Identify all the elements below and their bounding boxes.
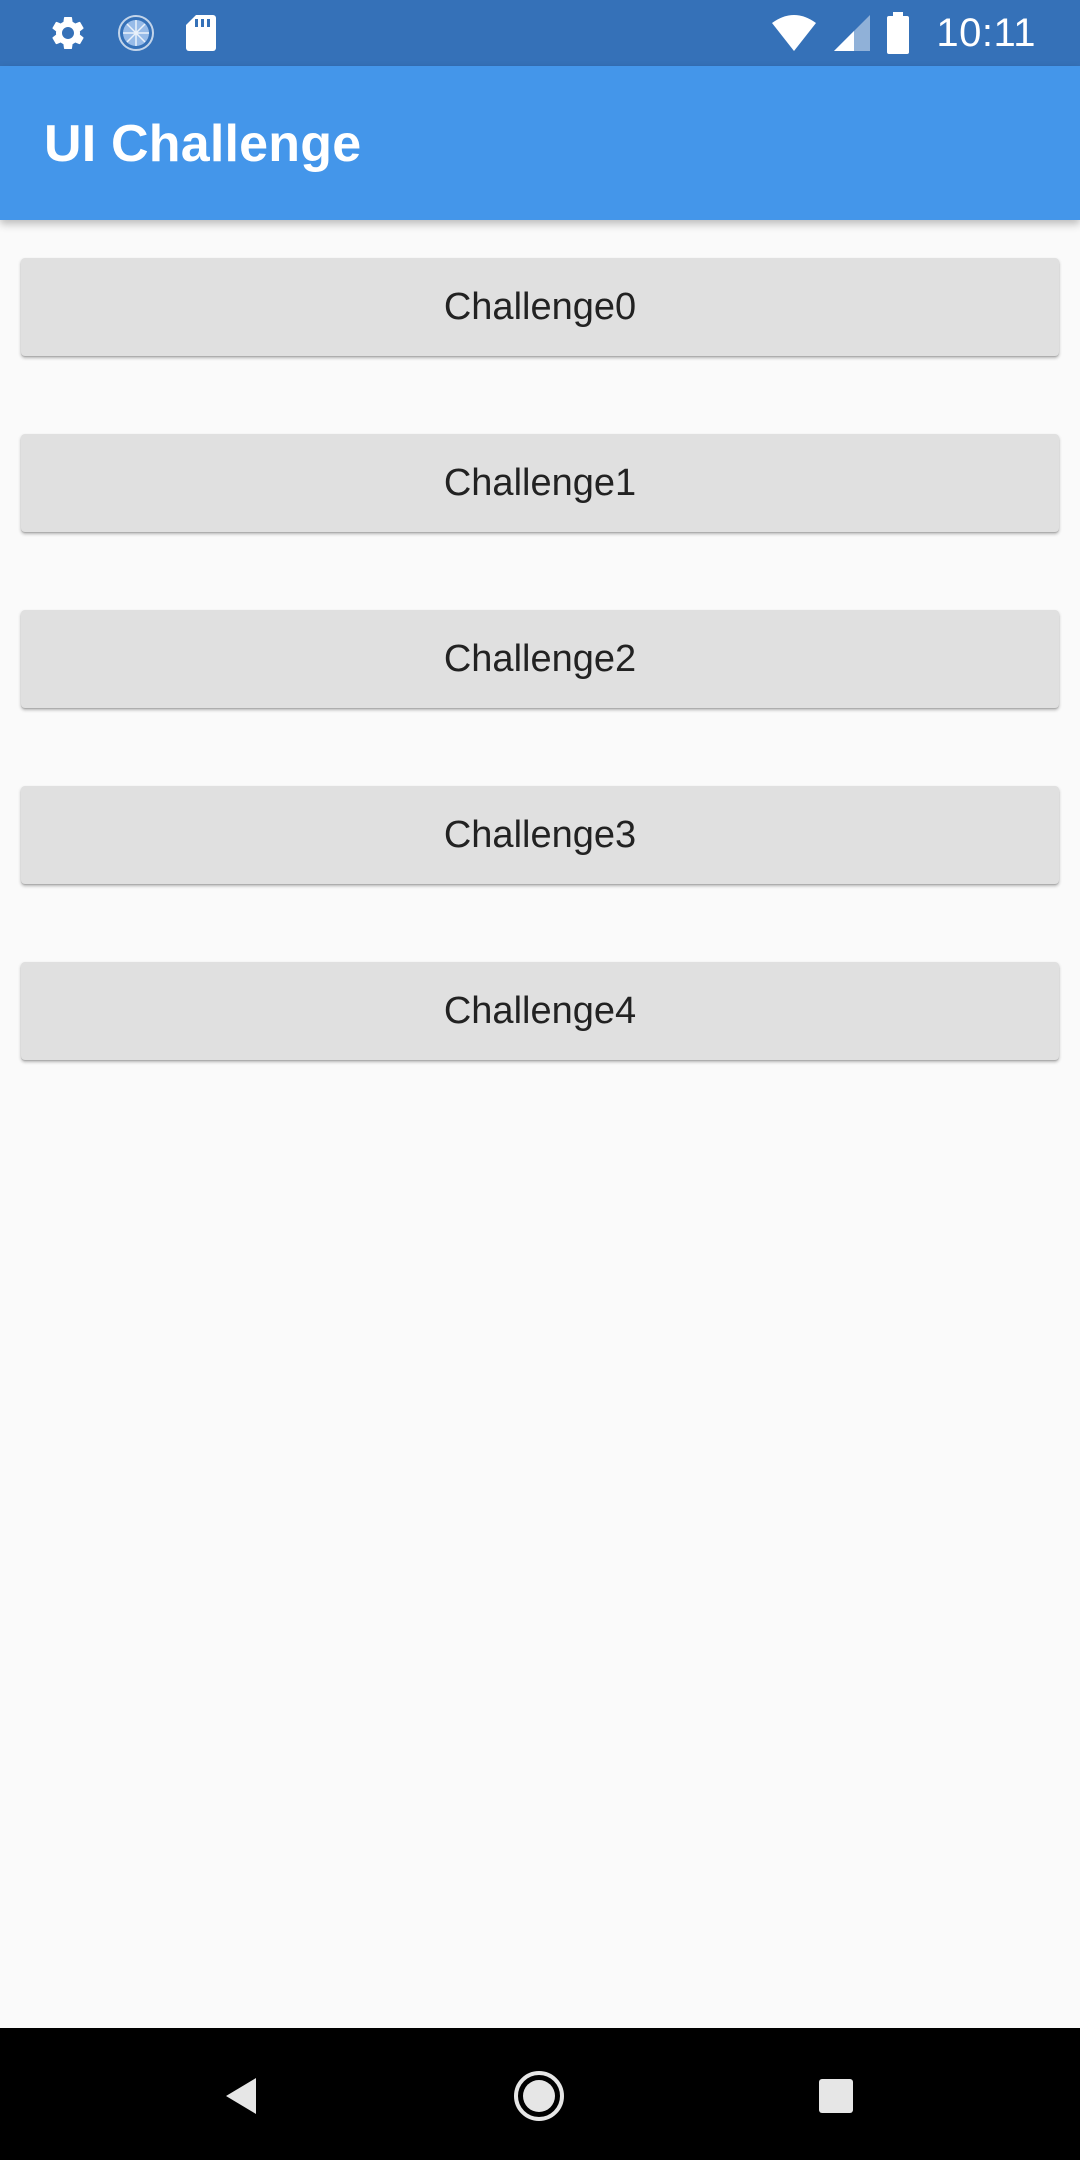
challenge4-button[interactable]: Challenge4 (21, 962, 1059, 1060)
wifi-icon (770, 13, 818, 53)
sync-icon (116, 13, 156, 53)
app-bar: UI Challenge (0, 66, 1080, 220)
status-bar: 10:11 (0, 0, 1080, 66)
cell-signal-icon (832, 13, 872, 53)
status-left-icons (48, 10, 218, 56)
status-right-icons: 10:11 (770, 8, 1036, 58)
challenge0-button[interactable]: Challenge0 (21, 258, 1059, 356)
battery-icon (886, 12, 910, 54)
gear-icon (48, 13, 88, 53)
challenge2-button[interactable]: Challenge2 (21, 610, 1059, 708)
navigation-bar (0, 2028, 1080, 2160)
home-icon[interactable] (501, 2058, 577, 2134)
challenge3-button[interactable]: Challenge3 (21, 786, 1059, 884)
back-icon[interactable] (204, 2058, 280, 2134)
recents-icon[interactable] (798, 2058, 874, 2134)
sd-card-icon (184, 13, 218, 53)
challenge1-button[interactable]: Challenge1 (21, 434, 1059, 532)
status-time: 10:11 (936, 10, 1036, 55)
app-title: UI Challenge (44, 115, 362, 173)
